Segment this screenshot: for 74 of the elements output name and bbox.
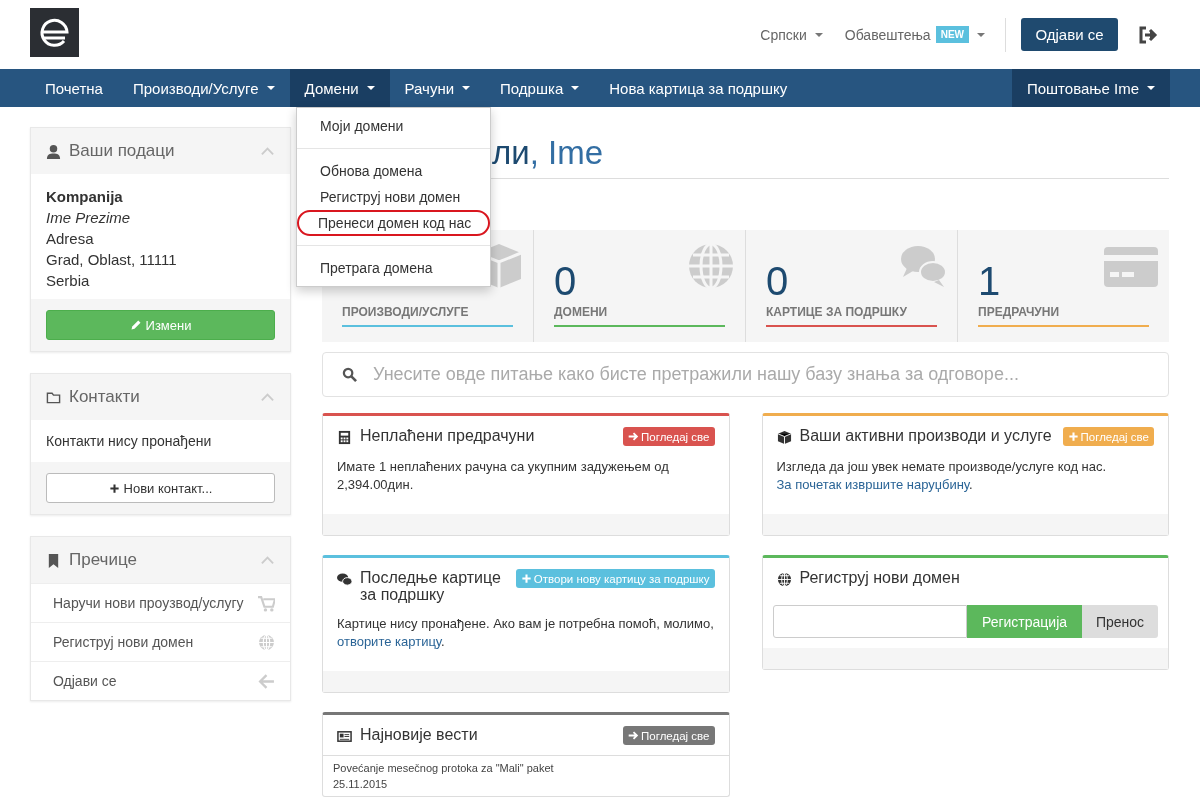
stat-label: КАРТИЦЕ ЗА ПОДРШКУ bbox=[766, 305, 908, 319]
nav-tab[interactable]: Подршка bbox=[485, 69, 595, 107]
panel-title: Контакти bbox=[69, 387, 141, 407]
notifications-menu[interactable]: Обавештења NEW bbox=[844, 26, 985, 43]
stat-number: 0 bbox=[554, 258, 577, 304]
menu-item[interactable]: Моји домени bbox=[299, 113, 488, 139]
globe-icon bbox=[687, 242, 735, 290]
panel-text: Картице нису пронађене. Ако вам је потребна помоћ, молимо, отворите картицу. bbox=[337, 615, 715, 651]
panel-text: Имате 1 неплаћених рачуна са укупним задужењем од 2,394.00дин. bbox=[337, 458, 670, 494]
caret-icon bbox=[977, 32, 985, 37]
news-date: 25.11.2015 bbox=[333, 777, 389, 792]
address-line: Adresa bbox=[46, 229, 95, 249]
news-title[interactable]: Povećanje mesečnog protoka za "Mali" paket bbox=[333, 760, 719, 776]
comments-icon bbox=[337, 572, 352, 587]
shortcut-link[interactable]: Региструј нови домен bbox=[31, 622, 290, 661]
domain-field[interactable] bbox=[772, 605, 967, 638]
panel-title: Региструј нови домен bbox=[799, 569, 960, 586]
page-heading: ли, Ime bbox=[492, 133, 605, 173]
panel-title: Најновије вести bbox=[360, 726, 478, 743]
panel-title: Ваши подаци bbox=[69, 141, 176, 161]
plus-icon bbox=[1067, 431, 1079, 442]
new-contact-button[interactable]: Нови контакт... bbox=[46, 473, 275, 503]
newspaper-icon bbox=[337, 729, 352, 744]
plus-icon bbox=[108, 482, 120, 494]
search-icon bbox=[342, 367, 357, 382]
logout-icon[interactable] bbox=[1138, 25, 1158, 44]
stat-number: 1 bbox=[978, 258, 1001, 304]
shortcut-link[interactable]: Одјави се bbox=[31, 661, 290, 700]
shortcut-link[interactable]: Наручи нови проузвод/услугу bbox=[31, 583, 290, 622]
address-line: Serbia bbox=[46, 271, 91, 291]
panel-title: Ваши активни производи и услуге bbox=[799, 427, 1052, 444]
globe-icon bbox=[258, 633, 275, 651]
address-line: Grad, Oblast, 11111 bbox=[46, 250, 178, 270]
search-field[interactable]: Унесите овде питање како бисте претражили нашу базу знања за одговоре... bbox=[322, 352, 1169, 397]
view-all-button[interactable]: Погледај све bbox=[623, 427, 715, 446]
empty-message: Контакти нису пронађени bbox=[46, 432, 213, 451]
nav-tab[interactable]: Рачуни bbox=[389, 69, 486, 107]
menu-item[interactable]: Претрага домена bbox=[299, 255, 488, 281]
menu-item[interactable]: Обнова домена bbox=[299, 158, 488, 184]
view-all-button[interactable]: Погледај све bbox=[623, 726, 715, 745]
right-arrow-icon bbox=[628, 431, 640, 442]
logout-button[interactable]: Одјави се bbox=[1021, 18, 1118, 51]
nav-tab[interactable]: Домени bbox=[289, 69, 390, 107]
caret-icon bbox=[814, 32, 823, 37]
user-icon bbox=[46, 143, 61, 159]
plus-icon bbox=[520, 573, 532, 584]
panel-title: Последње картице за подршку bbox=[360, 569, 502, 603]
language-menu[interactable]: Српски bbox=[760, 26, 823, 43]
transfer-button[interactable]: Пренос bbox=[1082, 605, 1158, 638]
stat-number: 0 bbox=[766, 258, 789, 304]
nav-tab[interactable]: Почетна bbox=[30, 69, 118, 107]
logo-icon bbox=[30, 8, 79, 57]
stat-label: ПРОИЗВОДИ/УСЛУГЕ bbox=[342, 305, 470, 319]
menu-item[interactable]: Пренеси домен код нас bbox=[297, 210, 490, 236]
menu-item[interactable]: Региструј нови домен bbox=[299, 184, 488, 210]
new-badge: NEW bbox=[935, 26, 969, 43]
company-name: Kompanija bbox=[46, 187, 124, 207]
person-name: Ime Prezime bbox=[46, 208, 132, 228]
nav-tab[interactable]: Производи/Услуге bbox=[117, 69, 290, 107]
stat-label: ДОМЕНИ bbox=[554, 305, 609, 319]
user-menu[interactable]: Поштовање Ime bbox=[1011, 69, 1170, 107]
nav-tab[interactable]: Нова картица за подршку bbox=[594, 69, 803, 107]
bookmark-icon bbox=[46, 552, 61, 568]
right-arrow-icon bbox=[628, 730, 640, 741]
panel-title: Неплаћени предрачуни bbox=[360, 427, 535, 444]
globe-icon bbox=[776, 572, 792, 587]
left-arrow-icon bbox=[258, 672, 275, 690]
panel-title: Пречице bbox=[69, 550, 138, 570]
cart-icon bbox=[258, 594, 275, 612]
pencil-icon bbox=[129, 319, 142, 331]
stat-label: ПРЕДРАЧУНИ bbox=[978, 305, 1061, 319]
calculator-icon bbox=[337, 430, 352, 445]
cube-icon bbox=[776, 430, 792, 445]
panel-text: Изгледа да још увек немате производе/услуге код нас. За почетак извршите наруџбину. bbox=[776, 458, 1108, 494]
